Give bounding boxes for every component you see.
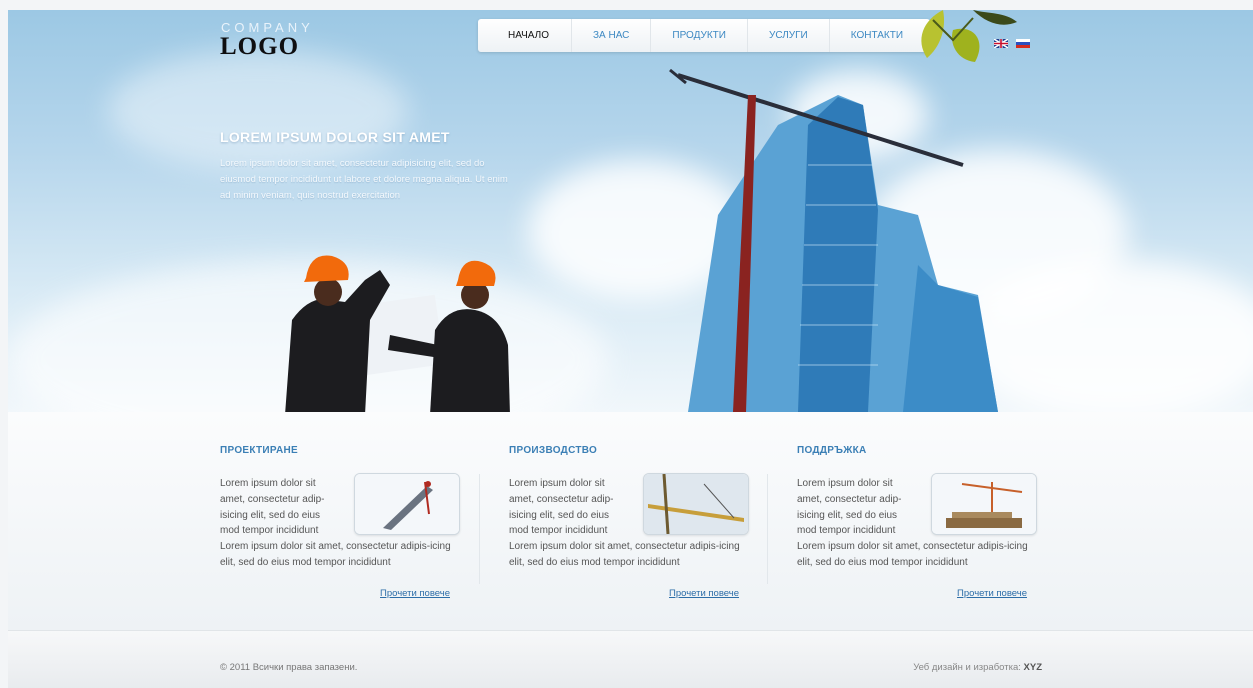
read-more-link[interactable]: Прочети повече — [957, 588, 1027, 599]
feature-column-production: ПРОИЗВОДСТВО Lorem ipsum dolor sit amet,… — [509, 445, 749, 599]
column-divider — [479, 474, 480, 584]
russian-flag-icon[interactable] — [1016, 39, 1030, 48]
hero-banner: COMPANY LOGO НАЧАЛО ЗА НАС ПРОДУКТИ УСЛУ… — [8, 10, 1253, 412]
column-short-text: Lorem ipsum dolor sit amet, consectetur … — [797, 478, 902, 537]
engineers-image — [285, 255, 510, 412]
nav-item-services[interactable]: УСЛУГИ — [748, 19, 830, 52]
column-title: ПОДДРЪЖКА — [797, 445, 867, 456]
column-short-text: Lorem ipsum dolor sit amet, consectetur … — [509, 478, 614, 537]
crane-boom-icon — [643, 473, 749, 535]
column-long-text: Lorem ipsum dolor sit amet, consectetur … — [220, 541, 451, 568]
footer: © 2011 Всички права запазени. Уеб дизайн… — [8, 630, 1253, 688]
feature-column-design: ПРОЕКТИРАНЕ Lorem ipsum dolor sit amet, … — [220, 445, 460, 599]
read-more-link[interactable]: Прочети повече — [669, 588, 739, 599]
logo[interactable]: LOGO — [220, 33, 299, 61]
read-more-link[interactable]: Прочети повече — [380, 588, 450, 599]
english-flag-icon[interactable] — [994, 39, 1008, 48]
column-long-text: Lorem ipsum dolor sit amet, consectetur … — [797, 541, 1028, 568]
column-short-text: Lorem ipsum dolor sit amet, consectetur … — [220, 478, 325, 537]
nav-item-about[interactable]: ЗА НАС — [572, 19, 652, 52]
construction-site-icon — [931, 473, 1037, 535]
copyright-text: © 2011 Всички права запазени. — [220, 662, 358, 673]
building-image — [669, 68, 998, 412]
nav-item-products[interactable]: ПРОДУКТИ — [651, 19, 748, 52]
main-nav: НАЧАЛО ЗА НАС ПРОДУКТИ УСЛУГИ КОНТАКТИ — [478, 19, 930, 52]
hero-title: LOREM IPSUM DOLOR SIT AMET — [220, 129, 450, 145]
hero-text: Lorem ipsum dolor sit amet, consectetur … — [220, 158, 508, 201]
features-section: ПРОЕКТИРАНЕ Lorem ipsum dolor sit amet, … — [8, 412, 1253, 630]
column-long-text: Lorem ipsum dolor sit amet, consectetur … — [509, 541, 740, 568]
page: COMPANY LOGO НАЧАЛО ЗА НАС ПРОДУКТИ УСЛУ… — [8, 10, 1253, 688]
credit-text: Уеб дизайн и изработка: XYZ — [913, 662, 1042, 673]
nav-item-contacts[interactable]: КОНТАКТИ — [830, 19, 924, 52]
column-title: ПРОИЗВОДСТВО — [509, 445, 598, 456]
crane-icon — [354, 473, 460, 535]
column-title: ПРОЕКТИРАНЕ — [220, 445, 299, 456]
credit-label: Уеб дизайн и изработка: — [913, 662, 1021, 673]
feature-column-support: ПОДДРЪЖКА Lorem ipsum dolor sit amet, co… — [797, 445, 1037, 599]
nav-item-home[interactable]: НАЧАЛО — [478, 19, 573, 52]
column-divider — [767, 474, 768, 584]
credit-name[interactable]: XYZ — [1024, 662, 1042, 673]
